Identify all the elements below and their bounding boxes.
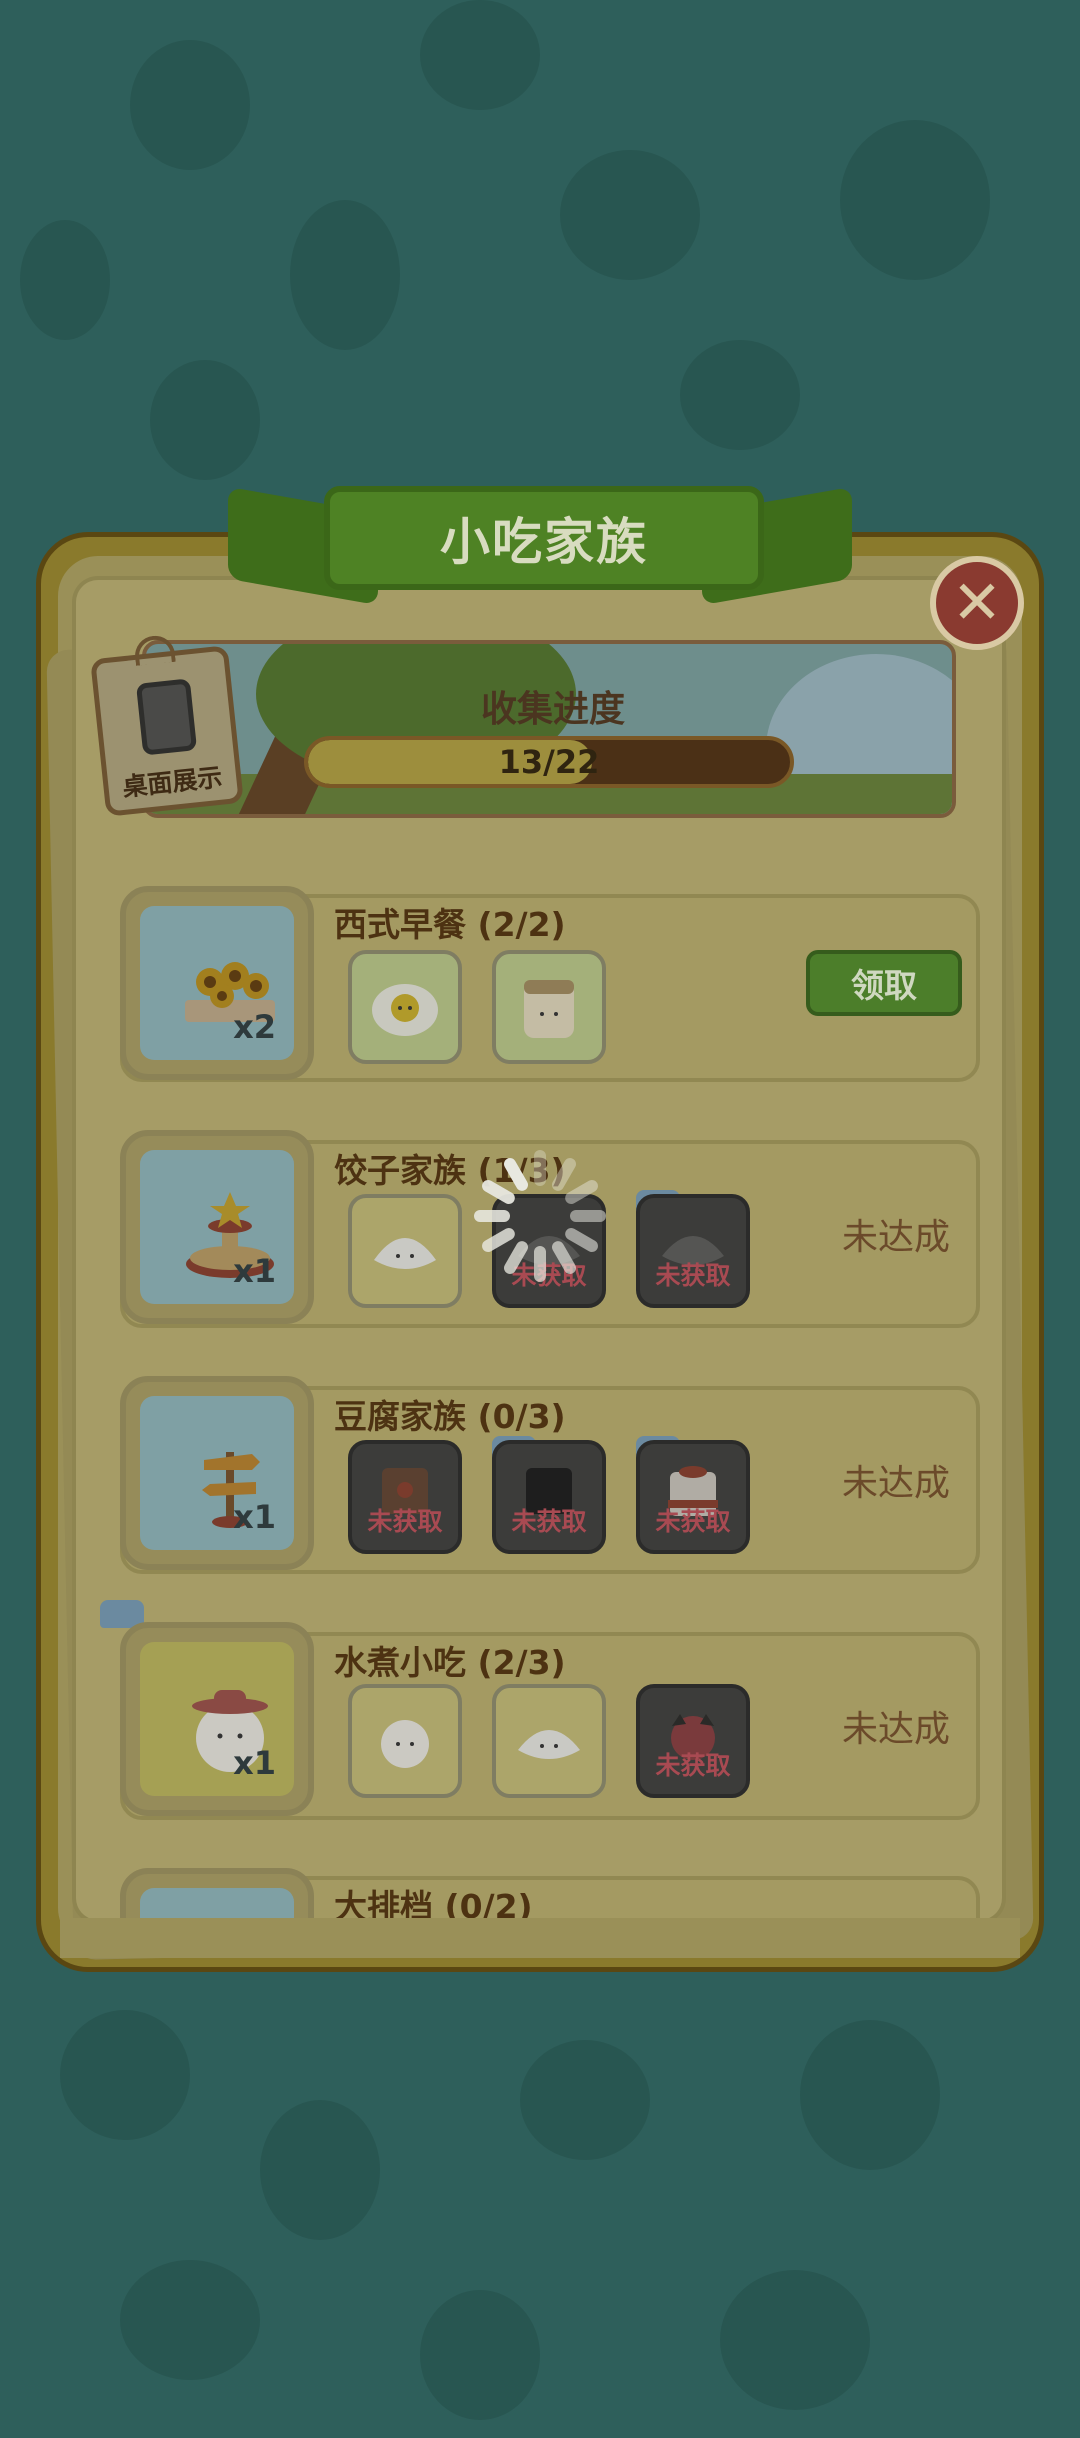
spinner-bar xyxy=(534,1150,546,1186)
collectible-item-locked[interactable]: 未获取 xyxy=(636,1684,750,1798)
not-obtained-label: 未获取 xyxy=(367,1507,443,1536)
collectible-item-boiled-dumpling[interactable] xyxy=(492,1684,606,1798)
collection-progress-title: 收集进度 xyxy=(480,689,625,730)
reward-count: x1 xyxy=(233,1252,276,1290)
status-not-achieved: 未达成 xyxy=(842,1217,951,1258)
not-obtained-label: 未获取 xyxy=(655,1751,731,1780)
desktop-display-label: 桌面展示 xyxy=(121,762,224,802)
status-not-achieved: 未达成 xyxy=(842,1709,951,1750)
claim-button[interactable]: 领取 xyxy=(806,950,962,1016)
desktop-display-tag[interactable]: 桌面展示 xyxy=(90,633,244,817)
bun-icon xyxy=(381,1720,429,1768)
fried-egg-icon xyxy=(372,984,438,1036)
reward-box[interactable]: x1 xyxy=(120,1376,314,1570)
collection-banner: 收集进度 13/22 xyxy=(142,640,956,818)
bg-blob xyxy=(20,220,110,340)
reward-box[interactable]: x1 xyxy=(120,1622,314,1816)
bg-blob xyxy=(800,2020,940,2170)
reward-bg: x1 xyxy=(140,1396,294,1550)
loading-spinner-icon xyxy=(470,1146,610,1286)
bg-blob xyxy=(560,150,700,280)
not-obtained-label: 未获取 xyxy=(655,1261,731,1290)
spinner-bar xyxy=(479,1177,518,1207)
bg-blob xyxy=(520,2040,650,2160)
bg-blob xyxy=(420,2290,540,2420)
reward-bg: x1 xyxy=(140,1642,294,1796)
spinner-bar xyxy=(549,1155,579,1194)
spinner-bar xyxy=(570,1210,606,1222)
bg-blob xyxy=(720,2270,870,2410)
bg-blob xyxy=(840,120,990,280)
reward-count: x1 xyxy=(233,1744,276,1782)
close-icon: ✕ xyxy=(951,568,1003,638)
spinner-bar xyxy=(501,1238,531,1277)
bg-blob xyxy=(420,0,540,110)
close-button[interactable]: ✕ xyxy=(930,556,1024,650)
reward-box[interactable]: x1 xyxy=(120,1130,314,1324)
bg-blob xyxy=(120,2260,260,2380)
bg-blob xyxy=(60,2010,190,2140)
collectible-item-locked[interactable]: 未获取 xyxy=(636,1194,750,1308)
reward-bg: x2 xyxy=(140,906,294,1060)
collectible-item-toast[interactable] xyxy=(492,950,606,1064)
collectible-item-fried-egg[interactable] xyxy=(348,950,462,1064)
collectible-item-bun[interactable] xyxy=(348,1684,462,1798)
dumpling-icon xyxy=(374,1238,436,1269)
spinner-bar xyxy=(474,1210,510,1222)
collectible-item-locked[interactable]: 未获取 xyxy=(348,1440,462,1554)
collectible-item-locked[interactable]: 未获取 xyxy=(636,1440,750,1554)
not-obtained-label: 未获取 xyxy=(511,1507,587,1536)
spinner-bar xyxy=(479,1225,518,1255)
row-title: 豆腐家族 (0/3) xyxy=(334,1397,566,1436)
row-title: 西式早餐 (2/2) xyxy=(334,905,566,944)
dumpling-icon xyxy=(518,1730,580,1759)
spinner-bar xyxy=(562,1177,601,1207)
popup-title-ribbon: 小吃家族 xyxy=(324,486,764,590)
not-obtained-label: 未获取 xyxy=(655,1507,731,1536)
row-title: 水煮小吃 (2/3) xyxy=(334,1643,566,1682)
collectible-item-locked[interactable]: 未获取 xyxy=(492,1440,606,1554)
collection-progress-bar: 13/22 xyxy=(304,736,794,788)
status-not-achieved: 未达成 xyxy=(842,1463,951,1504)
reward-count: x2 xyxy=(233,1008,276,1046)
reward-box[interactable]: x2 xyxy=(120,886,314,1080)
list-bottom-edge xyxy=(60,1918,1020,1958)
spinner-bar xyxy=(501,1155,531,1194)
spinner-bar xyxy=(562,1225,601,1255)
reward-count: x1 xyxy=(233,1498,276,1536)
toast-icon xyxy=(524,980,574,1038)
bg-blob xyxy=(150,360,260,480)
spinner-bar xyxy=(549,1238,579,1277)
collectible-item-dumpling[interactable] xyxy=(348,1194,462,1308)
bg-blob xyxy=(290,200,400,350)
bg-blob xyxy=(130,40,250,170)
bg-blob xyxy=(680,340,800,450)
bg-blob xyxy=(260,2100,380,2240)
phone-icon xyxy=(135,678,198,756)
progress-text: 13/22 xyxy=(498,743,600,781)
reward-bg: x1 xyxy=(140,1150,294,1304)
popup-title: 小吃家族 xyxy=(440,513,648,571)
spinner-bar xyxy=(534,1246,546,1282)
